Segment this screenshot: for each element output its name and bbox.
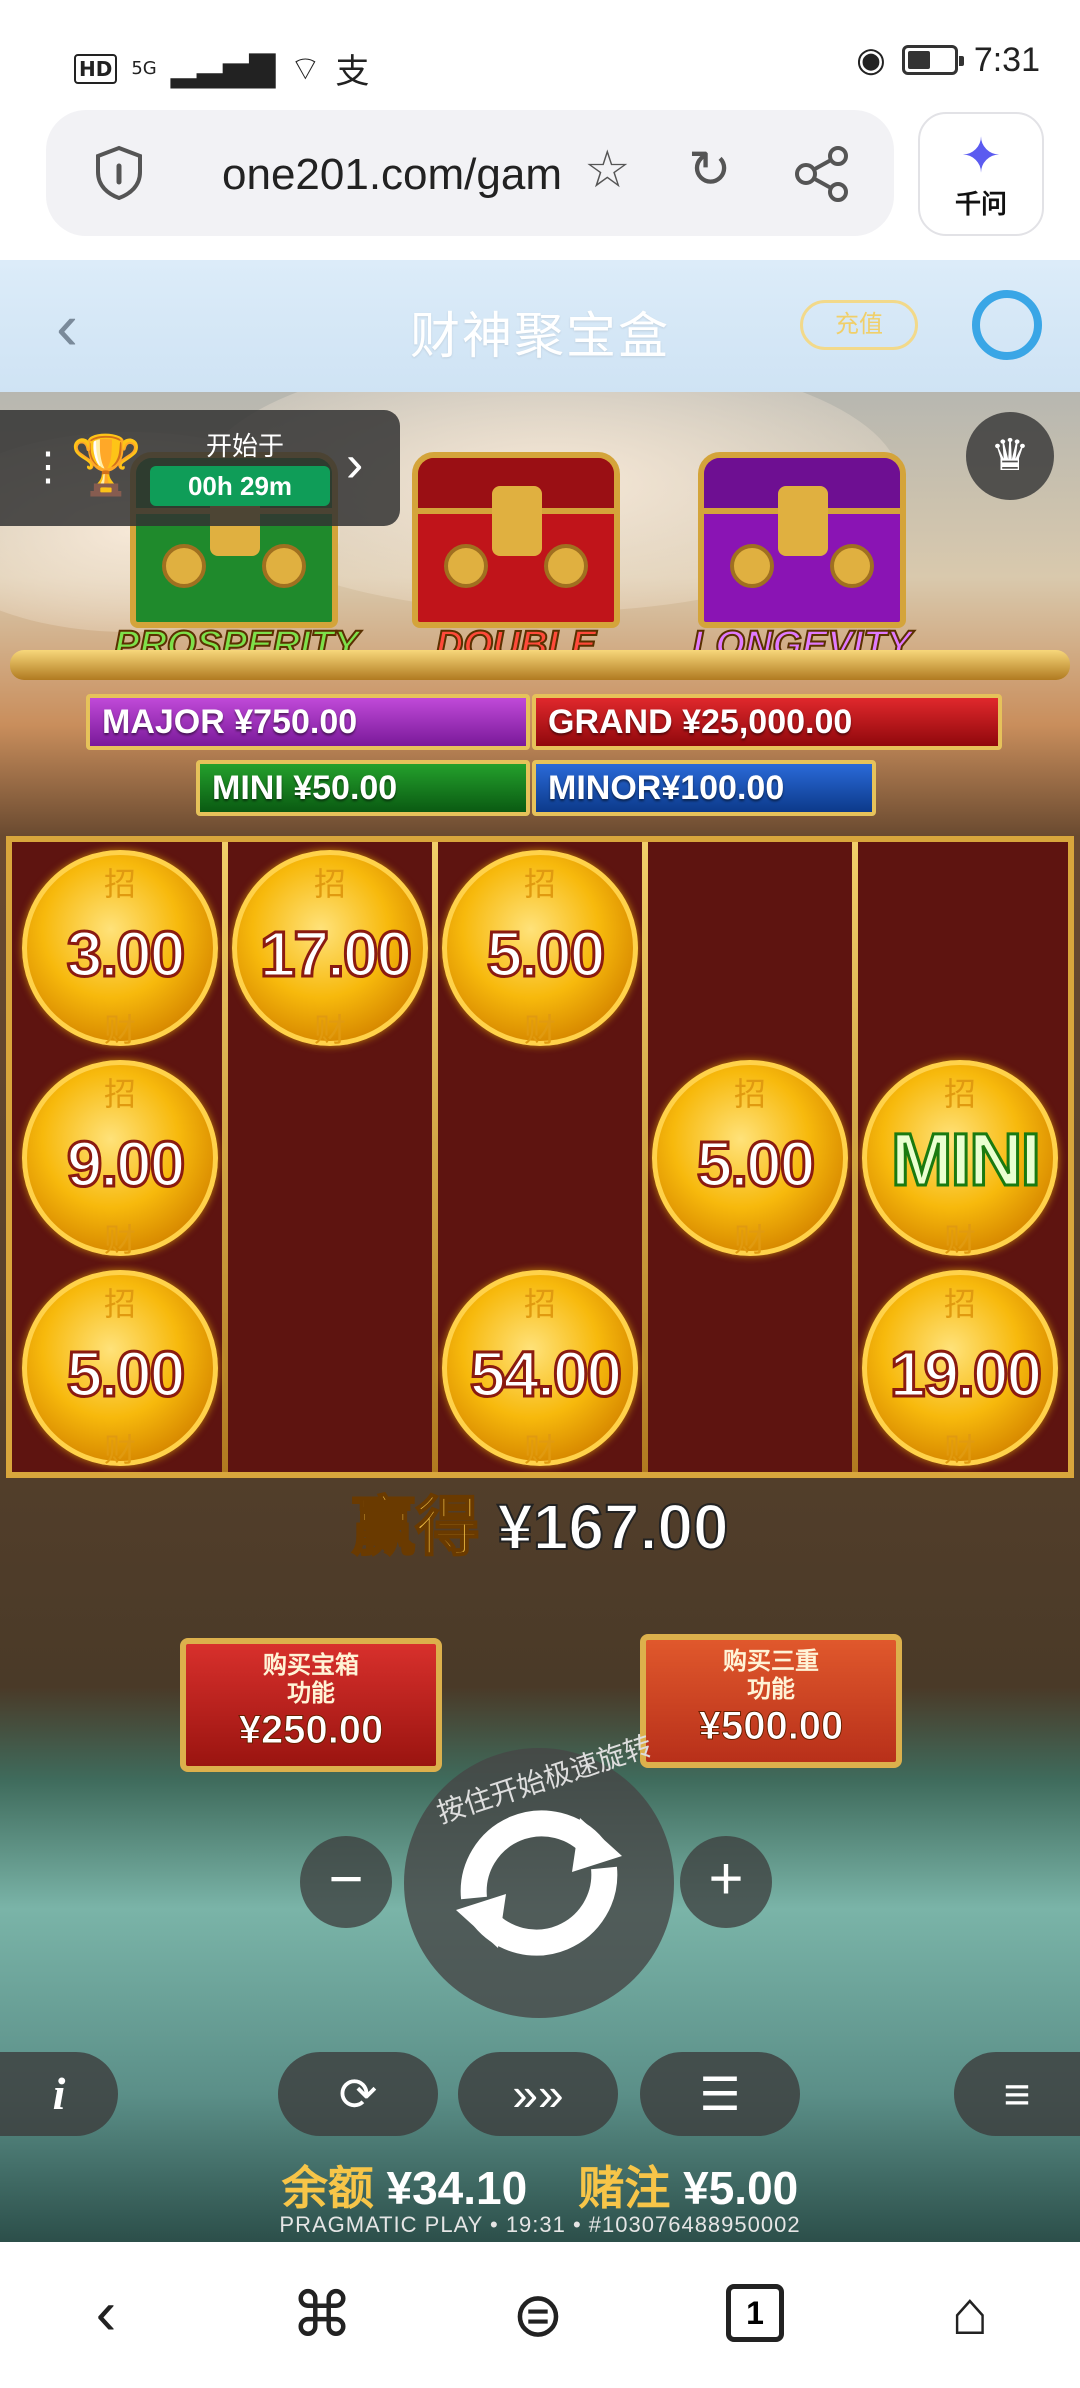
customer-service-icon[interactable] (972, 290, 1042, 360)
buy-triple-feature-button[interactable]: 购买三重 功能 ¥500.00 (640, 1634, 902, 1768)
coin-symbol: 招 54.00 财 (442, 1270, 638, 1468)
coin-symbol: 招 5.00 财 (22, 1270, 218, 1468)
turbo-button[interactable]: »» (458, 2052, 618, 2136)
clock: 7:31 (973, 40, 1040, 79)
shield-icon (96, 145, 142, 200)
menu-button[interactable]: ≡ (954, 2052, 1080, 2136)
balance-value: ¥34.10 (386, 2162, 528, 2214)
battery-icon (901, 45, 964, 75)
jackpot-mini: MINI ¥50.00 (196, 760, 530, 816)
info-button[interactable]: i (0, 2052, 118, 2136)
home-icon[interactable]: ⌂ (920, 2278, 1020, 2349)
coin-symbol: 招 5.00 财 (442, 850, 638, 1048)
pragmatic-logo-button[interactable]: ♛ (966, 412, 1054, 500)
coin-symbol: 招 19.00 财 (862, 1270, 1058, 1468)
reel-grid: 招 3.00 财 招 17.00 财 招 5.00 财 招 9.00 财 招 5.00 财 招 MIN… (6, 836, 1074, 1478)
assistant-label: 千问 (954, 189, 1007, 219)
win-display: 赢得 ¥167.00 (0, 1476, 1080, 1568)
tabs-icon[interactable]: 1 (726, 2284, 784, 2342)
turbo-icon: »» (512, 2068, 564, 2120)
coin-symbol: 招 3.00 财 (22, 850, 218, 1048)
jackpot-grand: GRAND ¥25,000.00 (532, 694, 1002, 750)
balance-bar: 余额 ¥34.10 赌注 ¥5.00 (0, 2152, 1080, 2218)
game-canvas[interactable]: PROSPERITY DOUBLE LONGEVITY ⋮ 🏆 开始于 00h … (0, 392, 1080, 2242)
carrier-mark: 支 (335, 52, 370, 92)
nav-back-icon[interactable]: ‹ (56, 2278, 156, 2349)
increase-bet-button[interactable]: + (680, 1836, 772, 1928)
trophy-icon: 🏆 (70, 433, 143, 498)
buy-triple-price: ¥500.00 (698, 1704, 844, 1749)
menu-icon: ≡ (1003, 2068, 1031, 2120)
autoplay-button[interactable]: ⟳ (278, 2052, 438, 2136)
browser-bottom-nav: ‹ ⌘ ⊜ 1 ⌂ (0, 2242, 1080, 2388)
chest-longevity (698, 452, 906, 628)
bet-label: 赌注 (578, 2162, 671, 2214)
balance-label: 余额 (281, 2162, 374, 2214)
page-title: 财神聚宝盒 (410, 308, 670, 364)
buy-triple-title: 购买三重 功能 (723, 1648, 819, 1703)
recharge-button[interactable]: 充值 (800, 300, 918, 350)
menu-circle-icon[interactable]: ⊜ (488, 2278, 588, 2351)
assistant-icon: ✦ (960, 130, 1002, 183)
refresh-icon[interactable]: ↻ (688, 140, 732, 200)
ornate-frame (10, 650, 1070, 680)
game-footer: PRAGMATIC PLAY • 19:31 • #10307648895000… (279, 2212, 801, 2237)
tournament-banner[interactable]: ⋮ 🏆 开始于 00h 29m › (0, 410, 400, 526)
signal-icon: ▂▃▅▇ (170, 48, 276, 89)
buy-chest-title: 购买宝箱 功能 (263, 1652, 359, 1707)
hd-badge: HD (74, 53, 118, 84)
tab-count: 1 (726, 2284, 784, 2342)
coin-mini-symbol: 招 MINI 财 (862, 1060, 1058, 1258)
wifi-icon: ⌔ (289, 49, 322, 89)
chevron-right-icon[interactable]: › (346, 434, 363, 494)
share-icon[interactable] (794, 146, 850, 202)
win-label: 赢得 (350, 1490, 480, 1564)
win-amount: ¥167.00 (496, 1490, 729, 1564)
jackpot-major: MAJOR ¥750.00 (86, 694, 530, 750)
apps-icon[interactable]: ⌘ (272, 2278, 372, 2351)
tournament-timer: 00h 29m (150, 466, 330, 506)
coin-symbol: 招 17.00 财 (232, 850, 428, 1048)
coin-symbol: 招 5.00 财 (652, 1060, 848, 1258)
star-icon[interactable]: ☆ (584, 140, 631, 200)
decrease-bet-button[interactable]: − (300, 1836, 392, 1928)
url-text[interactable]: one201.com/gam (222, 150, 562, 200)
buy-chest-price: ¥250.00 (238, 1708, 384, 1753)
chest-double (412, 452, 620, 628)
coin-symbol: 招 9.00 财 (22, 1060, 218, 1258)
more-icon[interactable]: ⋮ (28, 444, 68, 490)
coins-icon: ☰ (699, 2068, 741, 2120)
autoplay-icon: ⟳ (338, 2068, 378, 2120)
jackpot-minor: MINOR¥100.00 (532, 760, 876, 816)
signal-label: 5G (131, 58, 157, 79)
assistant-button[interactable]: ✦ 千问 (918, 112, 1044, 236)
status-bar: HD 5G ▂▃▅▇ ⌔ 支 ◉ 7:31 (0, 0, 1080, 110)
eye-icon: ◉ (856, 41, 886, 79)
app-header: ‹ 财神聚宝盒 充值 (0, 260, 1080, 392)
tournament-starts-label: 开始于 (205, 431, 284, 461)
bet-coins-button[interactable]: ☰ (640, 2052, 800, 2136)
bet-value: ¥5.00 (683, 2162, 799, 2214)
page: { "status_bar": { "network": "HD", "sign… (0, 0, 1080, 2388)
buy-chest-feature-button[interactable]: 购买宝箱 功能 ¥250.00 (180, 1638, 442, 1772)
url-bar[interactable]: one201.com/gam ☆ ↻ (46, 110, 894, 236)
